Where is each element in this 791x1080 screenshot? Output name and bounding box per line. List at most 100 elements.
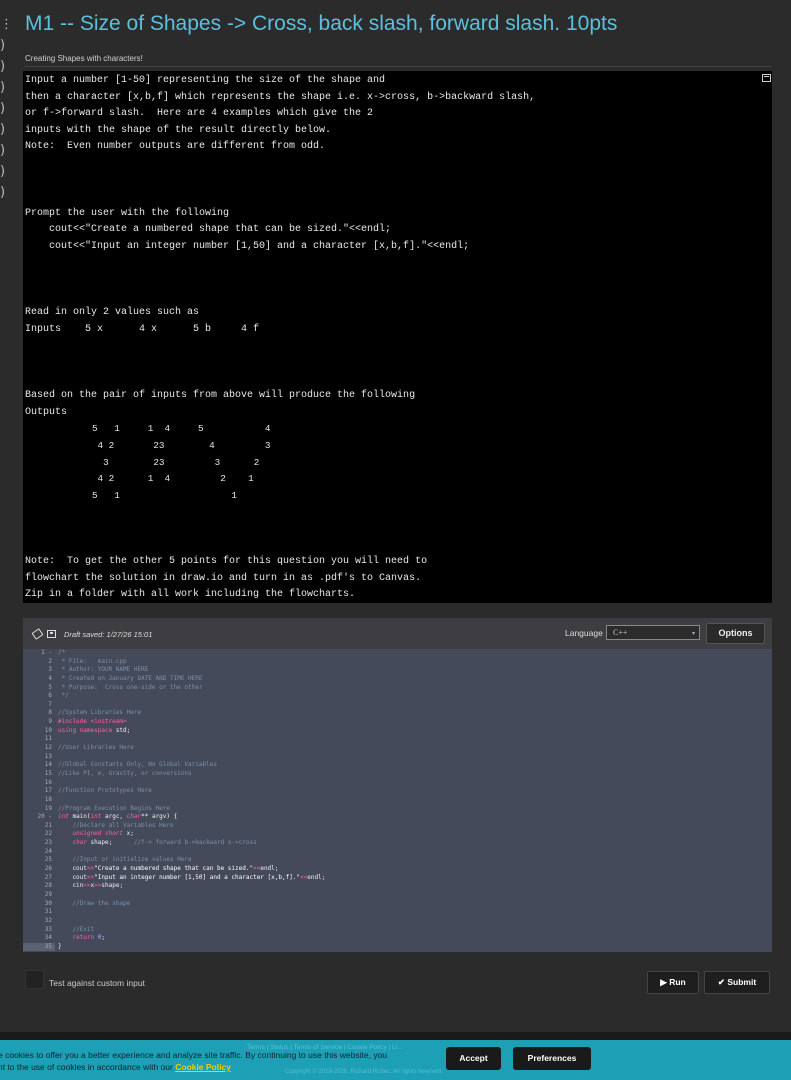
code-line[interactable]: unsigned short x; xyxy=(58,830,325,839)
cookie-preferences-button[interactable]: Preferences xyxy=(513,1047,591,1070)
accept-cookies-button[interactable]: Accept xyxy=(446,1047,501,1070)
chevron-down-icon: ▾ xyxy=(691,630,695,637)
line-number: 16 xyxy=(44,778,52,786)
line-number: 21 xyxy=(44,821,52,829)
play-icon: ▶ xyxy=(660,977,667,987)
code-line[interactable]: ​ xyxy=(58,908,325,917)
description-line xyxy=(25,372,535,389)
description-line: then a character [x,b,f] which represent… xyxy=(25,91,536,103)
code-line[interactable]: * Author: YOUR NAME HERE xyxy=(58,666,325,675)
submit-button[interactable]: ✔ Submit xyxy=(704,971,770,994)
line-number: 5 xyxy=(48,683,52,691)
line-number: 24 xyxy=(44,847,52,855)
code-line[interactable]: cout<<"Input an integer number [1,50] an… xyxy=(58,874,325,883)
left-rail-mark: ) xyxy=(0,101,6,116)
code-line[interactable]: return 0; xyxy=(58,934,325,943)
line-number: 9 xyxy=(48,718,52,726)
line-number: 10 xyxy=(44,726,52,734)
code-line[interactable]: } xyxy=(58,943,325,952)
code-line[interactable]: ​ xyxy=(58,779,325,788)
description-line: Based on the pair of inputs from above w… xyxy=(25,390,416,402)
code-line[interactable]: //Declare all Variables Here xyxy=(58,822,325,831)
description-line: cout<<"Create a numbered shape that can … xyxy=(25,224,392,236)
code-line[interactable]: //Program Execution Begins Here xyxy=(58,805,325,814)
line-number: 25 xyxy=(44,856,52,864)
line-number: 7 xyxy=(48,700,52,708)
code-line[interactable]: ​ xyxy=(58,917,325,926)
description-line: Outputs xyxy=(25,406,68,418)
cookie-policy-link[interactable]: Cookie Policy xyxy=(175,1062,231,1072)
run-button[interactable]: ▶ Run xyxy=(647,971,699,994)
draft-saved-status: Draft saved: 1/27/26 15:01 xyxy=(64,630,153,639)
code-line[interactable]: //Like PI, e, Gravity, or conversions xyxy=(58,770,325,779)
description-line xyxy=(25,256,535,273)
line-number: 34 xyxy=(44,934,52,942)
code-line[interactable]: ​ xyxy=(58,701,325,710)
code-line[interactable]: //Exit xyxy=(58,926,325,935)
left-rail-mark: ) xyxy=(0,38,6,53)
options-button[interactable]: Options xyxy=(706,623,765,644)
code-line[interactable]: ​ xyxy=(58,848,325,857)
description-line: flowchart the solution in draw.io and tu… xyxy=(25,572,422,584)
fullscreen-icon[interactable] xyxy=(762,74,771,82)
custom-input-label: Test against custom input xyxy=(49,978,145,988)
save-icon[interactable] xyxy=(47,630,56,638)
cookie-message: e cookies to offer you a better experien… xyxy=(0,1049,387,1073)
code-line[interactable]: //Draw the shape xyxy=(58,900,325,909)
left-rail-mark: ) xyxy=(0,143,6,158)
line-number: 35 xyxy=(23,942,55,952)
line-number: 32 xyxy=(44,916,52,924)
code-line[interactable]: */ xyxy=(58,692,325,701)
line-number: 23 xyxy=(44,839,52,847)
code-lines[interactable]: /* * File: main.cpp * Author: YOUR NAME … xyxy=(58,649,325,951)
line-number: 26 xyxy=(44,865,52,873)
language-label: Language xyxy=(565,628,603,638)
code-line[interactable]: * Purpose: Cross one-side or the other xyxy=(58,684,325,693)
description-line: or f->forward slash. Here are 4 examples… xyxy=(25,108,374,120)
eraser-icon[interactable] xyxy=(31,628,44,640)
description-line xyxy=(25,521,535,538)
code-line[interactable]: ​ xyxy=(58,735,325,744)
code-line[interactable]: char shape; //f-> forward b->backward x-… xyxy=(58,839,325,848)
code-line[interactable]: * Created on January DATE AND TIME HERE xyxy=(58,675,325,684)
line-number: 1 - xyxy=(41,649,52,656)
code-line[interactable]: ​ xyxy=(58,753,325,762)
left-rail-mark: ) xyxy=(0,122,6,137)
code-line[interactable]: //Function Prototypes Here xyxy=(58,787,325,796)
description-text: Input a number [1-50] representing the s… xyxy=(25,73,535,604)
code-line[interactable]: //Global Constants Only, No Global Varia… xyxy=(58,761,325,770)
left-rail-mark: ) xyxy=(0,59,6,74)
code-line[interactable]: cout<<"Create a numbered shape that can … xyxy=(58,865,325,874)
description-line: Prompt the user with the following xyxy=(25,207,230,219)
check-icon: ✔ xyxy=(717,977,725,987)
line-number: 13 xyxy=(44,752,52,760)
code-line[interactable]: //User Libraries Here xyxy=(58,744,325,753)
code-line[interactable]: /* xyxy=(58,649,325,658)
code-line[interactable]: //Input or initialize values Here xyxy=(58,856,325,865)
description-line xyxy=(25,289,535,306)
custom-input-checkbox[interactable] xyxy=(25,970,44,989)
page-title: M1 -- Size of Shapes -> Cross, back slas… xyxy=(25,12,618,35)
code-line[interactable]: ​ xyxy=(58,891,325,900)
problem-description: Input a number [1-50] representing the s… xyxy=(23,71,772,603)
description-line xyxy=(25,504,535,521)
cookie-text-line1: e cookies to offer you a better experien… xyxy=(0,1050,388,1060)
language-select[interactable]: C++ ▾ xyxy=(606,625,700,640)
line-number: 17 xyxy=(44,787,52,795)
line-number: 8 xyxy=(48,709,52,717)
code-line[interactable]: using namespace std; xyxy=(58,727,325,736)
description-line: Zip in a folder with all work including … xyxy=(25,589,356,601)
code-line[interactable]: ​ xyxy=(58,796,325,805)
footer xyxy=(0,1032,791,1040)
code-line[interactable]: #include <iostream> xyxy=(58,718,325,727)
description-line xyxy=(25,538,535,555)
code-line[interactable]: //System Libraries Here xyxy=(58,709,325,718)
line-number: 14 xyxy=(44,761,52,769)
code-area[interactable]: 1 -2 3 4 5 6 7 8 9 10 11 12 13 14 15 16 17 18 19 20 -21 22 2… xyxy=(23,649,772,952)
description-line: Input a number [1-50] representing the s… xyxy=(25,75,386,86)
description-line xyxy=(25,355,535,372)
code-line[interactable]: int main(int argc, char** argv) { xyxy=(58,813,325,822)
line-number: 3 xyxy=(48,666,52,674)
code-line[interactable]: cin>>x>>shape; xyxy=(58,882,325,891)
code-line[interactable]: * File: main.cpp xyxy=(58,658,325,667)
